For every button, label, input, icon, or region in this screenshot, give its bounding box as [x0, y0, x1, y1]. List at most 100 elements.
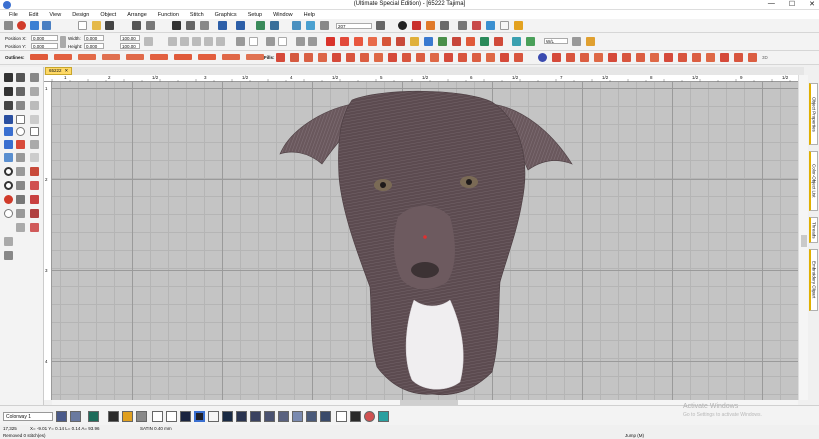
fill-fancy-icon[interactable] [360, 53, 369, 62]
team-name-tool-icon[interactable] [4, 140, 13, 149]
color-palette-icon[interactable] [70, 411, 81, 422]
input-a-icon[interactable] [16, 167, 25, 176]
skew-field[interactable] [278, 37, 287, 46]
menu-view[interactable]: View [49, 12, 61, 18]
dog-embroidery-design[interactable] [52, 82, 798, 400]
trace-icon[interactable] [438, 37, 447, 46]
outline-triple-icon[interactable] [54, 54, 72, 60]
shape-tool-icon[interactable] [16, 140, 25, 149]
trim-icon[interactable] [16, 87, 25, 96]
stitch-effect-8-icon[interactable] [650, 53, 659, 62]
new-icon[interactable] [42, 21, 51, 30]
position-x-field[interactable]: 0.000 [31, 35, 58, 41]
menu-help[interactable]: Help [304, 12, 315, 18]
motif-fill-icon[interactable] [382, 37, 391, 46]
align-top-icon[interactable] [204, 37, 213, 46]
team-names-icon[interactable] [526, 37, 535, 46]
realistic-icon[interactable] [306, 21, 315, 30]
stitch-effect-5-icon[interactable] [608, 53, 617, 62]
bullseye-icon[interactable] [4, 167, 13, 176]
select-arrow-icon[interactable] [4, 73, 13, 82]
weld-icon[interactable] [30, 101, 39, 110]
fill-raised-icon[interactable] [458, 53, 467, 62]
thread-color-7[interactable] [264, 411, 275, 422]
redo-icon[interactable] [236, 21, 245, 30]
text-tool-icon[interactable] [4, 115, 13, 124]
thread-color-12[interactable] [350, 411, 361, 422]
remove-color-icon[interactable] [166, 411, 177, 422]
mirror-h-icon[interactable] [296, 37, 305, 46]
design-canvas[interactable] [52, 82, 798, 400]
input-b-icon[interactable] [30, 167, 39, 176]
stitch-player-icon[interactable] [256, 21, 265, 30]
house-shape-icon[interactable] [30, 127, 39, 136]
tab-close-icon[interactable]: ✕ [65, 68, 69, 74]
step-fill-icon[interactable] [354, 37, 363, 46]
input-c-icon[interactable] [16, 181, 25, 190]
stitch-effect-2-icon[interactable] [566, 53, 575, 62]
contact-icon[interactable] [500, 21, 509, 30]
input-d-icon[interactable] [30, 181, 39, 190]
tab-65222[interactable]: 65222 ✕ [45, 67, 73, 75]
outline-satin-icon[interactable] [126, 54, 144, 60]
satin-column-icon[interactable] [30, 195, 39, 204]
fill-satin-icon[interactable] [290, 53, 299, 62]
pattern-icon[interactable] [494, 37, 503, 46]
stitch-effect-9-icon[interactable] [664, 53, 673, 62]
undo-icon[interactable] [218, 21, 227, 30]
paste-icon[interactable] [200, 21, 209, 30]
fill-cutwork-icon[interactable] [514, 53, 523, 62]
measure-icon[interactable] [486, 21, 495, 30]
rotate-left-icon[interactable] [236, 37, 245, 46]
fill-stitches-icon[interactable] [16, 195, 25, 204]
thread-color-9[interactable] [292, 411, 303, 422]
color-wheel-icon[interactable] [426, 21, 435, 30]
record-icon[interactable] [4, 195, 13, 204]
target-icon[interactable] [4, 181, 13, 190]
outline-feather-icon[interactable] [174, 54, 192, 60]
fill-user-split-icon[interactable] [402, 53, 411, 62]
three-d-label[interactable]: 3D [762, 55, 768, 60]
lines-icon[interactable] [16, 153, 25, 162]
stitch-effect-12-icon[interactable] [706, 53, 715, 62]
fill-trapunto-icon[interactable] [444, 53, 453, 62]
thread-color-8[interactable] [278, 411, 289, 422]
thread-color-11[interactable] [320, 411, 331, 422]
fill-spiral-icon[interactable] [346, 53, 355, 62]
ellipse-icon[interactable] [16, 127, 25, 136]
stitch-effect-14-icon[interactable] [734, 53, 743, 62]
diamond-icon[interactable] [4, 153, 13, 162]
add-color-icon[interactable] [152, 411, 163, 422]
cross-stitch-icon[interactable] [396, 37, 405, 46]
fill-stipple-icon[interactable] [416, 53, 425, 62]
fill-program-split-icon[interactable] [388, 53, 397, 62]
no-color-icon[interactable] [336, 411, 347, 422]
stitch-effect-15-icon[interactable] [748, 53, 757, 62]
stitch-effect-4-icon[interactable] [594, 53, 603, 62]
stitch-effect-11-icon[interactable] [692, 53, 701, 62]
polygon-select-icon[interactable] [16, 73, 25, 82]
open-wizard-icon[interactable] [30, 21, 39, 30]
stitch-edit-icon[interactable] [30, 209, 39, 218]
thread-color-10[interactable] [306, 411, 317, 422]
height-percent-field[interactable]: 100.00 [120, 43, 140, 49]
thread-color-2[interactable] [194, 411, 205, 422]
hoop-icon[interactable] [472, 21, 481, 30]
thread-color-5[interactable] [236, 411, 247, 422]
lock-position-icon[interactable] [60, 36, 66, 48]
lettering-icon[interactable] [16, 223, 25, 232]
manual-stitch-icon[interactable] [16, 209, 25, 218]
satin-icon[interactable] [326, 37, 335, 46]
info-icon[interactable] [398, 21, 407, 30]
reshape-tool-icon[interactable] [30, 73, 39, 82]
fancy-fill-icon[interactable] [368, 37, 377, 46]
match-color-icon[interactable] [136, 411, 147, 422]
maximize-button[interactable]: ☐ [789, 0, 795, 8]
thread-color-6[interactable] [250, 411, 261, 422]
outline-zigzag-icon[interactable] [222, 54, 240, 60]
colorway-select[interactable]: Colorway 1 [3, 412, 53, 421]
stitch-effect-13-icon[interactable] [720, 53, 729, 62]
menu-graphics[interactable]: Graphics [215, 12, 237, 18]
outline-blanket-icon[interactable] [150, 54, 168, 60]
proportional-lock-icon[interactable] [144, 37, 153, 46]
